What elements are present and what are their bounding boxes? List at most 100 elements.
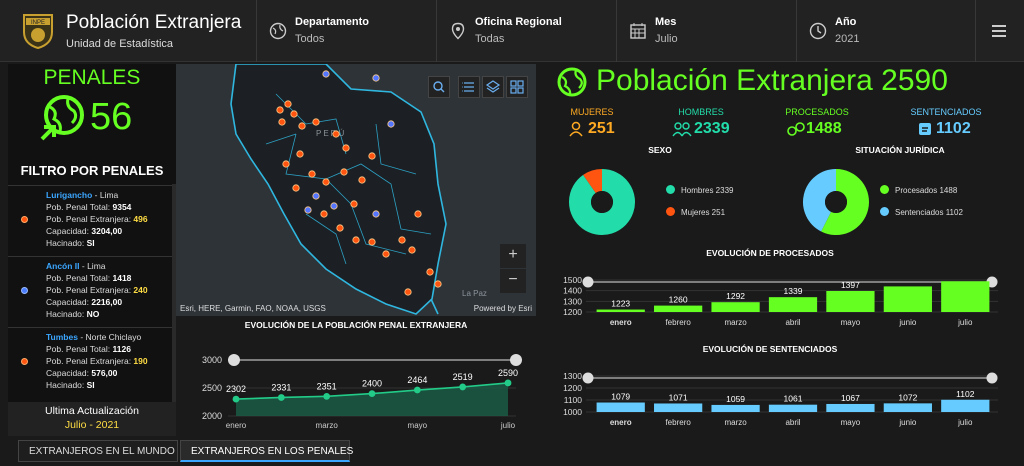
penal-hac: NO [86,309,100,319]
penal-marker [296,150,304,158]
map-layers-button[interactable] [482,76,504,98]
penales-count: 56 [90,96,133,138]
legend-mujeres: Mujeres 251 [666,207,725,217]
stat-procesados-value: 1488 [806,120,842,137]
range-slider-handle-right[interactable] [510,354,522,366]
penal-region: - Norte Chiclayo [77,332,142,342]
location-pin-icon [451,22,465,40]
penal-marker [304,206,312,214]
x-tick-label: mayo [841,418,861,427]
penal-marker [372,74,380,82]
penal-name: Ancón II [46,261,80,271]
map-search-button[interactable] [428,76,450,98]
penal-cap: 3204,00 [91,226,123,236]
filter-ano[interactable]: Año 2021 [796,0,975,62]
penal-marker [352,236,360,244]
map-city-label: La Paz [462,289,487,298]
bar-enero [596,309,645,312]
y-tick-label: 1200 [563,307,582,317]
range-slider-handle-right[interactable] [986,372,998,384]
inpe-shield-logo: INPE [23,14,53,50]
range-slider-handle-left[interactable] [228,354,240,366]
penal-marker [342,144,350,152]
data-label: 1059 [726,394,745,404]
y-tick-label: 2000 [202,411,222,421]
sentenciados-bar-chart: 1000 1100 1200 1300 1079 enero 1071 febrero 1059… [563,371,998,427]
penal-hac-label: Hacinado: [46,380,87,390]
filter-oficina-regional[interactable]: Oficina Regional Todas [436,0,616,62]
penal-marker [298,122,306,130]
map-basemap-button[interactable] [506,76,528,98]
penal-ext: 190 [133,356,148,366]
data-label: 1260 [669,295,688,305]
area-point [323,392,331,400]
penal-marker [284,100,292,108]
ultima-actualizacion: Ultima Actualización Julio - 2021 [8,402,176,436]
globe-arrow-icon [40,95,84,141]
penal-marker [426,268,434,276]
x-tick-label: marzo [724,418,747,427]
x-tick-label: julio [957,418,973,427]
stat-sentenciados-value: 1102 [936,120,971,137]
penal-marker [408,246,416,254]
penal-card-lurigancho[interactable]: Lurigancho - Lima Pob. Penal Total: 9354… [8,185,172,255]
filter-label: Mes [655,16,677,28]
bar-febrero [654,403,703,412]
stat-procesados-label: PROCESADOS [785,107,849,117]
penal-total: 1418 [112,273,132,283]
penal-card-ancon-ii[interactable]: Ancón II - Lima Pob. Penal Total: 1418 P… [8,256,172,326]
filter-departamento[interactable]: Departamento Todos [256,0,436,62]
ultima-label: Ultima Actualización [45,405,139,417]
penal-hac-label: Hacinado: [46,238,87,248]
penales-map[interactable]: PERÚ La Paz + − Esri, HERE, Garmin, FAO,… [176,64,536,316]
filter-value: Todos [295,33,325,45]
penal-total: 1126 [112,344,131,354]
area-point [368,390,376,397]
evolucion-penal-chart: 2000 2500 3000 2302 2331 2351 2400 2464 2519 2590… [202,354,522,430]
zoom-in-button[interactable]: + [500,244,526,268]
procesados-bar-chart: 1200130014001500 1223 enero 1260 febrero 1292… [563,275,998,327]
penal-marker [278,118,286,126]
penal-total-label: Pob. Penal Total: [46,344,113,354]
stat-mujeres-value: 251 [588,120,615,137]
data-label: 1071 [669,392,688,402]
range-slider-handle-left[interactable] [582,372,594,384]
range-slider-handle-left[interactable] [582,276,594,288]
zoom-out-button[interactable]: − [500,269,526,293]
x-tick-label: junio [898,318,916,327]
penal-marker [368,238,376,246]
penal-ext: 496 [133,214,148,224]
penal-card-tumbes[interactable]: Tumbes - Norte Chiclayo Pob. Penal Total… [8,327,172,397]
map-attribution: Esri, HERE, Garmin, FAO, NOAA, USGS [180,304,326,313]
tab-extranjeros-mundo[interactable]: EXTRANJEROS EN EL MUNDO [18,440,178,462]
bar-marzo [711,302,760,312]
filter-mes[interactable]: Mes Julio [616,0,796,62]
penal-marker [434,280,442,288]
y-tick-label: 1100 [564,395,583,405]
y-tick-label: 1300 [563,371,582,381]
penal-marker [322,178,330,186]
y-tick-label: 1300 [563,296,582,306]
map-powered-by[interactable]: Powered by Esri [474,304,532,313]
sexo-donut-chart [569,169,635,235]
tab-extranjeros-penales[interactable]: EXTRANJEROS EN LOS PENALES [180,440,353,462]
svg-text:INPE: INPE [31,20,45,26]
hamburger-menu-icon[interactable] [975,0,1024,62]
penal-marker-dot [21,358,28,365]
data-label: 1292 [726,291,745,301]
list-icon [462,82,474,92]
bar-marzo [711,404,760,412]
filter-label: Departamento [295,16,369,28]
penal-hac: SI [86,380,95,390]
map-legend-button[interactable] [458,76,480,98]
penal-hac: SI [86,238,95,248]
legend-swatch [880,207,889,216]
legend-label: Hombres 2339 [681,186,734,195]
data-label: 1067 [841,393,860,403]
penal-name: Tumbes [46,332,78,342]
legend-swatch [880,185,889,194]
sentenciados-chart-title: EVOLUCIÓN DE SENTENCIADOS [702,344,838,354]
penal-marker [398,236,406,244]
filtro-title: FILTRO POR PENALES [20,163,164,178]
x-tick-label: enero [610,418,632,427]
